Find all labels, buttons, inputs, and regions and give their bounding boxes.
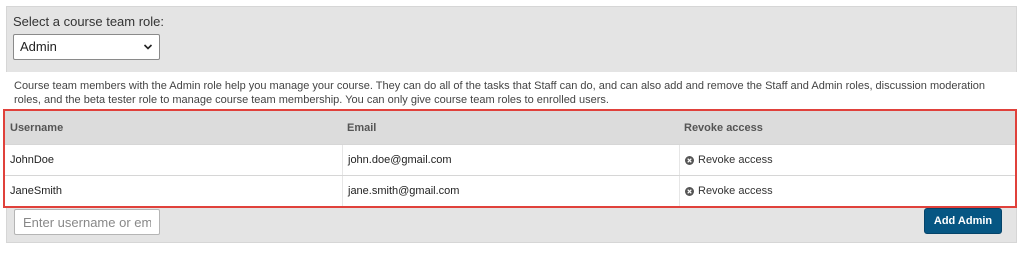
role-description: Course team members with the Admin role …	[6, 72, 1017, 109]
role-select-label: Select a course team role:	[13, 14, 165, 29]
revoke-access-link[interactable]: Revoke access	[685, 185, 773, 197]
role-select-dropdown[interactable]: Admin	[13, 34, 160, 60]
email-cell: john.doe@gmail.com	[342, 145, 679, 175]
column-header-revoke: Revoke access	[684, 121, 763, 134]
column-header-username: Username	[10, 121, 64, 134]
column-header-email: Email	[347, 121, 377, 134]
table-header-row: Username Email Revoke access	[5, 111, 1015, 144]
username-or-email-input[interactable]	[14, 209, 160, 235]
table-row: JaneSmith jane.smith@gmail.com Revoke ac…	[5, 175, 1015, 206]
username-cell: JohnDoe	[10, 154, 55, 166]
revoke-cell: Revoke access	[679, 145, 1015, 175]
role-select-value: Admin	[20, 39, 57, 54]
table-row: JohnDoe john.doe@gmail.com Revoke access	[5, 144, 1015, 175]
revoke-access-label: Revoke access	[698, 154, 773, 166]
email-cell: jane.smith@gmail.com	[342, 176, 679, 206]
revoke-access-label: Revoke access	[698, 185, 773, 197]
username-cell: JaneSmith	[10, 185, 62, 197]
revoke-cell: Revoke access	[679, 176, 1015, 206]
close-circle-icon	[685, 155, 694, 165]
members-table: Username Email Revoke access JohnDoe joh…	[3, 109, 1017, 208]
add-admin-button[interactable]: Add Admin	[924, 208, 1002, 234]
chevron-down-icon	[143, 44, 153, 50]
revoke-access-link[interactable]: Revoke access	[685, 154, 773, 166]
close-circle-icon	[685, 186, 694, 196]
